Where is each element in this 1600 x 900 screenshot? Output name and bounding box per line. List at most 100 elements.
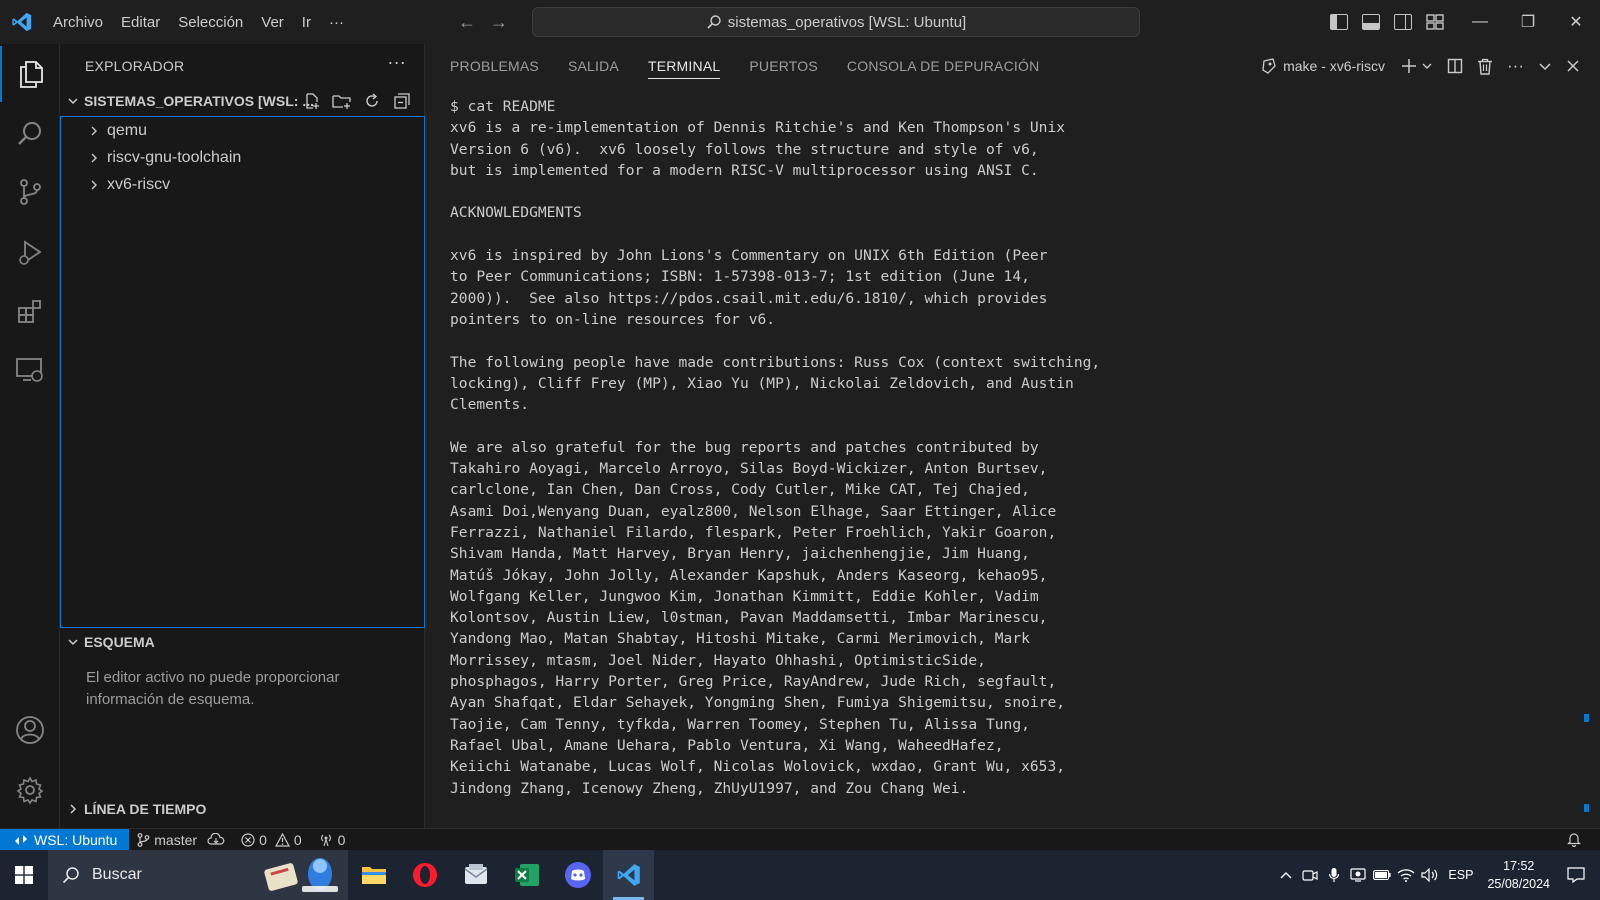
mail-app-icon[interactable] <box>450 850 501 900</box>
split-terminal-icon[interactable] <box>1447 58 1463 74</box>
panel-tabs: PROBLEMAS SALIDA TERMINAL PUERTOS CONSOL… <box>450 44 1039 88</box>
title-bar: Archivo Editar Selección Ver Ir ··· ← → … <box>0 0 1600 44</box>
customize-layout-icon[interactable] <box>1426 14 1444 30</box>
opera-browser-app-icon[interactable] <box>399 850 450 900</box>
timeline-header[interactable]: LÍNEA DE TIEMPO <box>60 796 425 822</box>
menu-archivo[interactable]: Archivo <box>44 0 112 44</box>
show-hidden-icons-chevron-icon[interactable] <box>1274 870 1298 880</box>
close-panel-icon[interactable] <box>1566 59 1580 73</box>
terminal-name-label: make - xv6-riscv <box>1283 58 1386 74</box>
tab-terminal[interactable]: TERMINAL <box>647 44 721 88</box>
activity-bar <box>0 44 60 828</box>
wifi-icon[interactable] <box>1394 868 1418 882</box>
run-debug-icon[interactable] <box>0 224 60 280</box>
remote-indicator[interactable]: WSL: Ubuntu <box>0 828 130 851</box>
timeline-title: LÍNEA DE TIEMPO <box>84 801 207 817</box>
sidebar-more-icon[interactable]: ··· <box>387 52 406 73</box>
outline-section: ESQUEMA El editor activo no puede propor… <box>60 629 425 723</box>
outline-header[interactable]: ESQUEMA <box>60 629 425 655</box>
terminal-scrollbar[interactable] <box>1584 144 1590 824</box>
screen-share-icon[interactable] <box>1346 868 1370 882</box>
warning-icon <box>274 832 290 847</box>
collapse-all-icon[interactable] <box>392 91 412 111</box>
microphone-icon[interactable] <box>1322 867 1346 883</box>
command-center[interactable]: sistemas_operativos [WSL: Ubuntu] <box>532 7 1140 37</box>
file-tree: qemu riscv-gnu-toolchain xv6-riscv <box>60 116 425 628</box>
terminal-line: pointers to on-line resources for v6. <box>450 310 776 328</box>
terminal-output[interactable]: $ cat README xv6 is a re-implementation o… <box>450 96 1570 816</box>
minimize-icon[interactable]: — <box>1456 0 1504 44</box>
tree-item-label: riscv-gnu-toolchain <box>107 148 242 166</box>
refresh-icon[interactable] <box>362 91 382 111</box>
sidebar-header: EXPLORADOR ··· <box>60 44 424 88</box>
more-actions-icon[interactable]: ··· <box>1507 56 1524 76</box>
restore-icon[interactable]: ❐ <box>1504 0 1552 44</box>
broadcast-icon <box>320 834 331 846</box>
menu-editar[interactable]: Editar <box>112 0 169 44</box>
trash-icon[interactable] <box>1477 58 1493 75</box>
toggle-panel-icon[interactable] <box>1362 14 1380 30</box>
tab-consola-depuracion[interactable]: CONSOLA DE DEPURACIÓN <box>847 44 1039 88</box>
battery-icon[interactable] <box>1370 870 1394 880</box>
discord-app-icon[interactable] <box>552 850 603 900</box>
menu-seleccion[interactable]: Selección <box>169 0 252 44</box>
toggle-secondary-sidebar-icon[interactable] <box>1394 14 1412 30</box>
new-folder-icon[interactable] <box>332 91 352 111</box>
remote-explorer-icon[interactable] <box>0 342 60 398</box>
search-icon[interactable] <box>0 106 60 162</box>
volume-icon[interactable] <box>1418 868 1442 882</box>
source-control-icon[interactable] <box>0 164 60 220</box>
windows-start-icon[interactable] <box>0 850 48 900</box>
tree-item-qemu[interactable]: qemu <box>61 117 424 144</box>
scroll-marker <box>1584 804 1589 812</box>
explorer-icon[interactable] <box>0 46 60 102</box>
vscode-app-icon[interactable] <box>603 850 654 900</box>
taskbar-search-box[interactable]: Buscar <box>48 850 348 900</box>
account-icon[interactable] <box>0 702 60 758</box>
terminal-tool-icon <box>1262 58 1276 74</box>
search-highlight-illustration-icon <box>264 858 338 892</box>
tab-salida[interactable]: SALIDA <box>568 44 619 88</box>
chevron-down-icon <box>1422 63 1432 69</box>
menu-ver[interactable]: Ver <box>252 0 293 44</box>
new-terminal-plus-icon[interactable] <box>1401 58 1433 74</box>
camera-icon[interactable] <box>1298 868 1322 882</box>
windows-taskbar: Buscar ESP 17:52 25/08/2024 <box>0 850 1600 900</box>
terminal-line: but is implemented for a modern RISC-V m… <box>450 161 1039 179</box>
notification-bell-icon[interactable] <box>1566 831 1582 850</box>
chevron-right-icon <box>85 125 103 137</box>
ports-indicator[interactable]: 0 <box>310 832 354 848</box>
outline-title: ESQUEMA <box>84 634 155 650</box>
toggle-primary-sidebar-icon[interactable] <box>1330 14 1348 30</box>
input-language[interactable]: ESP <box>1448 868 1473 882</box>
menu-ir[interactable]: Ir <box>293 0 320 44</box>
tree-item-riscv-gnu-toolchain[interactable]: riscv-gnu-toolchain <box>61 144 424 171</box>
back-arrow-icon[interactable]: ← <box>458 12 476 33</box>
new-file-icon[interactable] <box>302 91 322 111</box>
forward-arrow-icon[interactable]: → <box>490 12 508 33</box>
terminal-line: Matúš Jókay, John Jolly, Alexander Kapsh… <box>450 566 1048 584</box>
ports-count: 0 <box>337 831 346 848</box>
menu-more[interactable]: ··· <box>320 0 353 44</box>
tree-item-xv6-riscv[interactable]: xv6-riscv <box>61 171 424 198</box>
notifications-center-icon[interactable] <box>1564 867 1588 883</box>
panel: PROBLEMAS SALIDA TERMINAL PUERTOS CONSOL… <box>425 44 1600 828</box>
terminal-selector[interactable]: make - xv6-riscv <box>1261 58 1385 74</box>
close-window-icon[interactable]: ✕ <box>1552 0 1600 44</box>
branch-label: master <box>154 831 198 848</box>
workspace-section-header[interactable]: SISTEMAS_OPERATIVOS [WSL: ... <box>60 88 424 114</box>
settings-gear-icon[interactable] <box>0 762 60 818</box>
problems-indicator[interactable]: 0 0 <box>233 832 310 848</box>
extensions-icon[interactable] <box>0 284 60 340</box>
excel-app-icon[interactable] <box>501 850 552 900</box>
tab-problemas[interactable]: PROBLEMAS <box>450 44 539 88</box>
terminal-line: Clements. <box>450 396 530 414</box>
remote-label: WSL: Ubuntu <box>34 831 118 848</box>
clock[interactable]: 17:52 25/08/2024 <box>1487 857 1550 893</box>
file-explorer-app-icon[interactable] <box>348 850 399 900</box>
branch-indicator[interactable]: master <box>129 832 233 848</box>
maximize-panel-chevron-icon[interactable] <box>1538 59 1552 73</box>
tab-puertos[interactable]: PUERTOS <box>749 44 818 88</box>
sync-cloud-icon <box>207 832 225 845</box>
